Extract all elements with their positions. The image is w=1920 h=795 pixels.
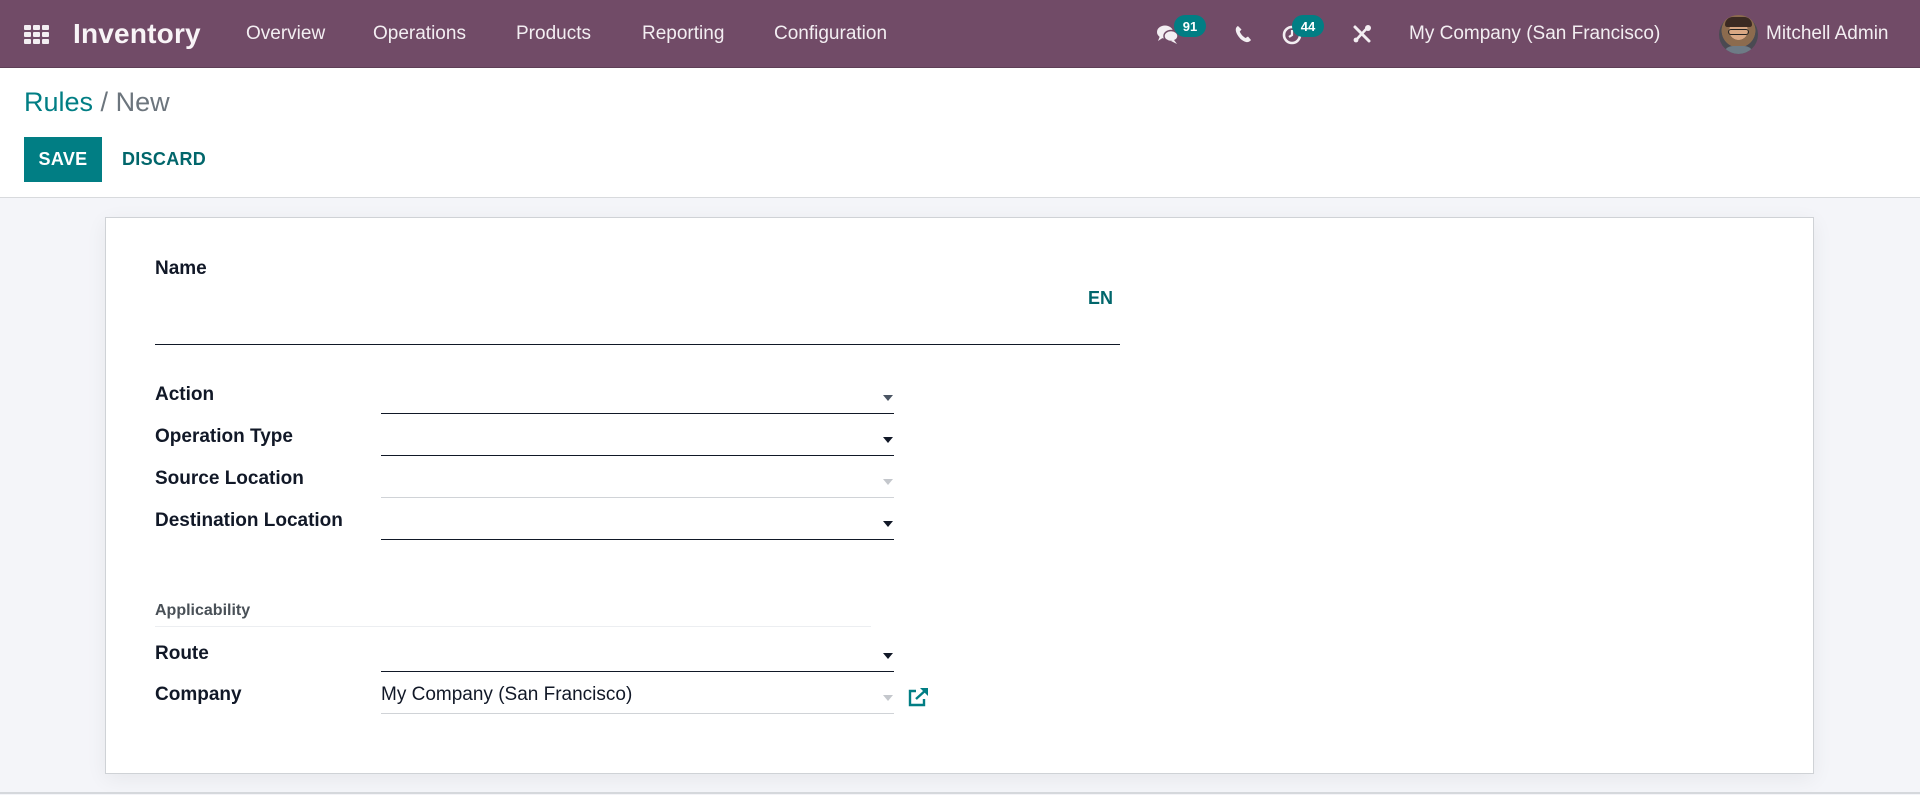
breadcrumb: Rules / New <box>24 86 170 118</box>
menu-configuration[interactable]: Configuration <box>774 0 887 68</box>
messages-count-badge: 91 <box>1174 15 1206 37</box>
destination-location-input[interactable] <box>381 502 883 539</box>
action-select[interactable] <box>381 376 894 414</box>
company-label: Company <box>155 684 242 705</box>
destination-location-label: Destination Location <box>155 510 343 531</box>
route-input[interactable] <box>381 634 883 671</box>
save-button[interactable]: SAVE <box>24 137 102 182</box>
source-location-label: Source Location <box>155 468 304 489</box>
chevron-down-icon[interactable] <box>883 394 893 401</box>
activities-count-badge: 44 <box>1292 15 1324 37</box>
phone-icon <box>1235 26 1251 43</box>
company-switcher[interactable]: My Company (San Francisco) <box>1409 0 1660 68</box>
form-sheet: Name EN Action Operation Type Source Loc… <box>105 217 1814 774</box>
debug-tools-button[interactable] <box>1352 0 1372 68</box>
action-label: Action <box>155 384 215 405</box>
operation-type-select[interactable] <box>381 418 894 456</box>
tools-icon <box>1353 25 1371 43</box>
breadcrumb-rules[interactable]: Rules <box>24 87 93 117</box>
chevron-down-icon[interactable] <box>883 520 893 527</box>
applicability-section-title: Applicability <box>155 602 871 627</box>
name-label: Name <box>155 258 207 279</box>
menu-reporting[interactable]: Reporting <box>642 0 724 68</box>
source-location-input[interactable] <box>381 460 883 497</box>
apps-menu-button[interactable] <box>24 0 50 68</box>
bottom-divider <box>0 792 1920 794</box>
menu-products[interactable]: Products <box>516 0 591 68</box>
grid-icon <box>24 24 49 44</box>
breadcrumb-separator: / <box>100 87 109 117</box>
chevron-down-icon[interactable] <box>883 694 893 701</box>
route-label: Route <box>155 643 209 664</box>
top-navbar: Inventory Overview Operations Products R… <box>0 0 1920 68</box>
discard-button[interactable]: DISCARD <box>112 137 216 182</box>
chevron-down-icon[interactable] <box>883 652 893 659</box>
menu-overview[interactable]: Overview <box>246 0 325 68</box>
route-select[interactable] <box>381 634 894 672</box>
operation-type-label: Operation Type <box>155 426 293 447</box>
breadcrumb-current: New <box>115 87 170 117</box>
operation-type-input[interactable] <box>381 418 883 455</box>
phone-button[interactable] <box>1235 0 1253 68</box>
external-link-icon <box>908 688 928 707</box>
external-link-button[interactable] <box>907 687 931 707</box>
company-input[interactable] <box>381 676 883 713</box>
chevron-down-icon[interactable] <box>883 436 893 443</box>
destination-location-select[interactable] <box>381 502 894 540</box>
app-name[interactable]: Inventory <box>73 0 201 68</box>
control-panel: Rules / New SAVE DISCARD <box>0 68 1920 198</box>
avatar <box>1719 14 1758 54</box>
source-location-select[interactable] <box>381 460 894 498</box>
chevron-down-icon[interactable] <box>883 478 893 485</box>
translate-button[interactable]: EN <box>1088 288 1113 309</box>
action-input[interactable] <box>381 376 883 413</box>
name-input[interactable] <box>155 306 1120 345</box>
company-select[interactable] <box>381 676 894 714</box>
user-name: Mitchell Admin <box>1766 23 1889 44</box>
menu-operations[interactable]: Operations <box>373 0 466 68</box>
user-menu[interactable]: Mitchell Admin <box>1719 0 1889 68</box>
